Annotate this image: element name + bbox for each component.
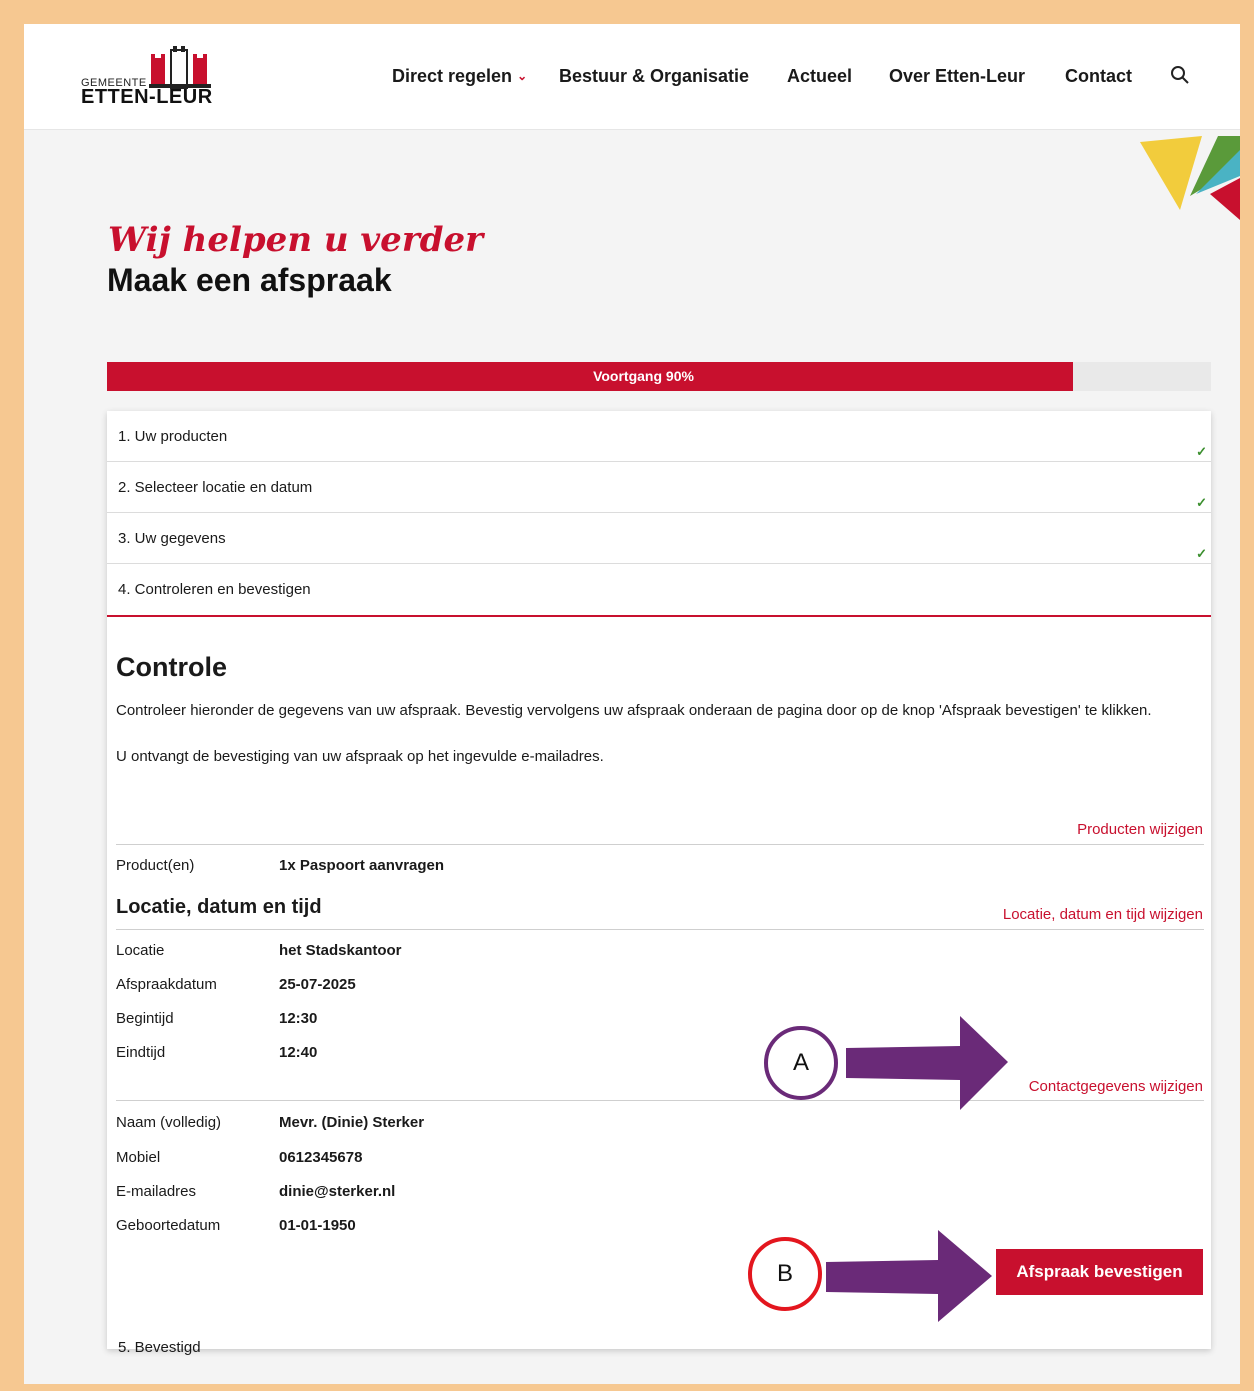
checkmark-icon: ✓ [1196, 546, 1207, 561]
detail-label: Eindtijd [116, 1044, 166, 1061]
step-label: 4. Controleren en bevestigen [118, 581, 311, 598]
section-heading-controle: Controle [116, 652, 227, 682]
nav-bestuur-organisatie[interactable]: Bestuur & Organisatie [559, 66, 749, 87]
intro-text: Controleer hieronder de gegevens van uw … [116, 702, 1152, 719]
hero-tagline: Wij helpen u verder [108, 220, 484, 260]
step-label: 2. Selecteer locatie en datum [118, 479, 313, 496]
detail-label: E-mailadres [116, 1183, 197, 1200]
progress-label: Voortgang 90% [593, 368, 694, 384]
checkmark-icon: ✓ [1196, 444, 1207, 459]
section-heading-locatie: Locatie, datum en tijd [116, 896, 322, 918]
decorative-shapes [1140, 136, 1240, 220]
step-label: 1. Uw producten [118, 428, 228, 445]
appointment-card: 1. Uw producten ✓ 2. Selecteer locatie e… [107, 411, 1211, 1356]
products-value: 1x Paspoort aanvragen [279, 857, 445, 874]
arrow-a-icon [846, 1016, 1008, 1110]
search-icon[interactable] [1169, 64, 1191, 86]
detail-label: Naam (volledig) [116, 1114, 222, 1131]
progress-bar: Voortgang 90% [107, 362, 1211, 391]
arrow-b-icon [826, 1230, 992, 1322]
divider [116, 1100, 1204, 1101]
contactgegevens-wijzigen-link[interactable]: Contactgegevens wijzigen [1029, 1078, 1203, 1095]
main-navigation: Direct regelen ⌄ Bestuur & Organisatie Ac… [24, 66, 1240, 90]
detail-label: Afspraakdatum [116, 976, 217, 993]
checkmark-icon: ✓ [1196, 495, 1207, 510]
nav-over-etten-leur[interactable]: Over Etten-Leur [889, 66, 1025, 87]
annotation-badge-b: B [748, 1237, 822, 1311]
site-header: GEMEENTE ETTEN-LEUR Direct regelen ⌄ Best… [24, 24, 1240, 130]
step-producten[interactable]: 1. Uw producten ✓ [107, 411, 1211, 462]
detail-value: Mevr. (Dinie) Sterker [279, 1114, 425, 1131]
page-title: Maak een afspraak [107, 262, 392, 298]
detail-label: Locatie [116, 942, 165, 959]
detail-label: Begintijd [116, 1010, 174, 1027]
detail-value: het Stadskantoor [279, 942, 402, 959]
detail-value: 01-01-1950 [279, 1217, 356, 1234]
detail-label: Mobiel [116, 1149, 161, 1166]
annotation-badge-a: A [764, 1026, 838, 1100]
products-label: Product(en) [116, 857, 195, 874]
step-bevestigd: 5. Bevestigd [118, 1339, 201, 1356]
nav-direct-regelen-label: Direct regelen [392, 66, 513, 86]
detail-value: 12:40 [279, 1044, 318, 1061]
chevron-down-icon: ⌄ [517, 69, 528, 83]
confirmation-note: U ontvangt de bevestiging van uw afspraa… [116, 748, 604, 765]
divider [116, 929, 1204, 930]
browser-viewport: GEMEENTE ETTEN-LEUR Direct regelen ⌄ Best… [24, 24, 1240, 1384]
step-controleren[interactable]: 4. Controleren en bevestigen [107, 564, 1211, 617]
detail-value: 0612345678 [279, 1149, 363, 1166]
detail-value: 25-07-2025 [279, 976, 356, 993]
afspraak-bevestigen-button[interactable]: Afspraak bevestigen [996, 1249, 1203, 1295]
producten-wijzigen-link[interactable]: Producten wijzigen [1077, 821, 1203, 838]
locatie-wijzigen-link[interactable]: Locatie, datum en tijd wijzigen [1003, 906, 1203, 923]
detail-label: Geboortedatum [116, 1217, 221, 1234]
nav-direct-regelen[interactable]: Direct regelen ⌄ [392, 66, 527, 87]
divider [116, 844, 1204, 845]
nav-actueel[interactable]: Actueel [787, 66, 852, 87]
detail-value: dinie@sterker.nl [279, 1183, 396, 1200]
step-locatie-datum[interactable]: 2. Selecteer locatie en datum ✓ [107, 462, 1211, 513]
nav-contact[interactable]: Contact [1065, 66, 1132, 87]
step-label: 3. Uw gegevens [118, 530, 226, 547]
step-gegevens[interactable]: 3. Uw gegevens ✓ [107, 513, 1211, 564]
detail-value: 12:30 [279, 1010, 318, 1027]
